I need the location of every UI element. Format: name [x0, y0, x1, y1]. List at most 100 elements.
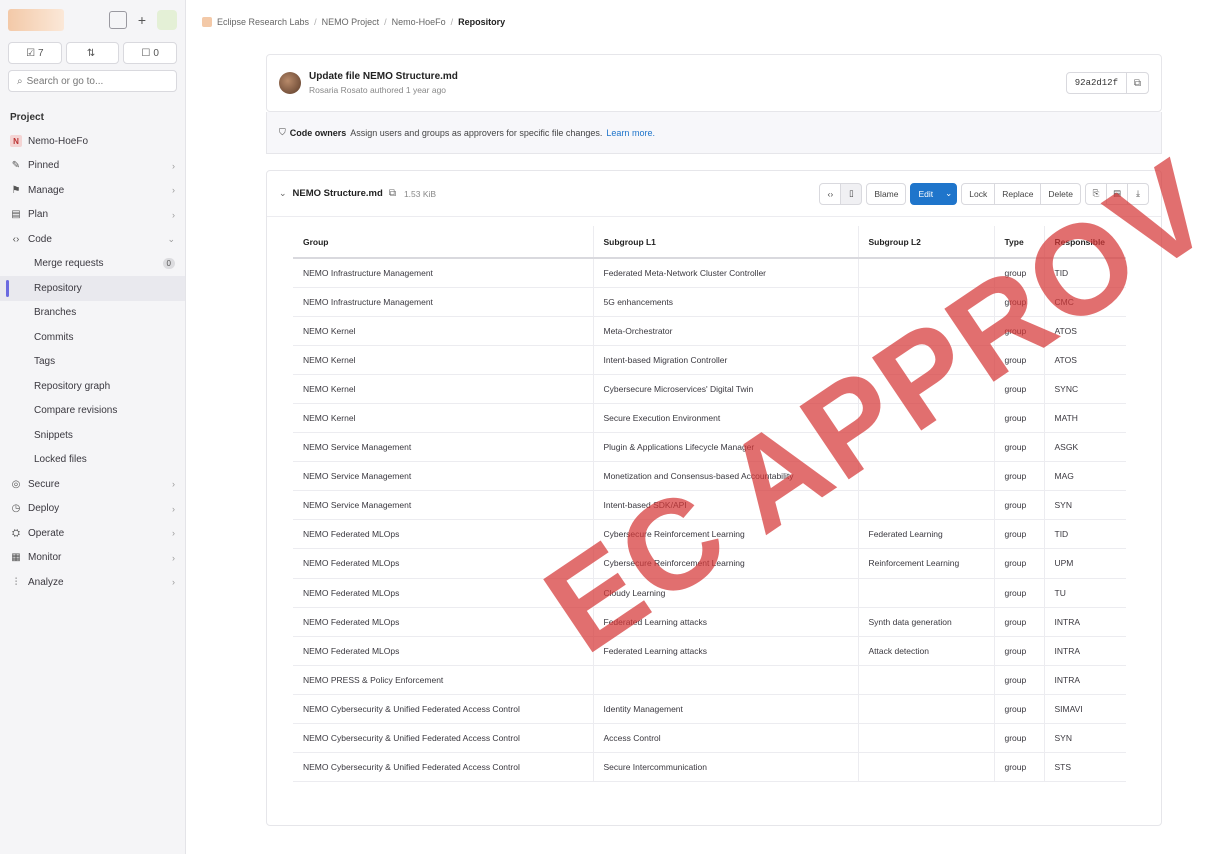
- blame-button[interactable]: Blame: [866, 182, 907, 205]
- sidebar-item-code[interactable]: ‹› Code ⌄: [0, 227, 185, 252]
- org-logo[interactable]: [8, 9, 64, 31]
- table-row: NEMO Service Management Monetization and …: [293, 461, 1126, 492]
- issues-counter[interactable]: ☑ 7: [8, 42, 62, 64]
- sidebar: + ☑ 7 ⇅ ☐ 0 ⌕ Search or go to... Project N…: [0, 0, 186, 854]
- commit-sha: 92a2d12f ⧉: [1065, 72, 1149, 94]
- commit-sha-text[interactable]: 92a2d12f: [1067, 78, 1126, 88]
- column-header: Subgroup L2: [857, 226, 994, 259]
- table-cell: [857, 316, 994, 346]
- sidebar-sub-tags[interactable]: Tags: [0, 350, 185, 375]
- code-view-icon[interactable]: ‹›: [819, 182, 842, 205]
- sidebar-counters: ☑ 7 ⇅ ☐ 0: [0, 42, 185, 64]
- table-cell: NEMO Service Management: [293, 461, 593, 492]
- edit-button[interactable]: Edit: [910, 182, 942, 205]
- rendered-view-icon[interactable]: ▯: [840, 182, 863, 205]
- sidebar-item-plan[interactable]: ▤ Plan ›: [0, 203, 185, 228]
- breadcrumb-item[interactable]: Eclipse Research Labs: [217, 17, 309, 27]
- table-cell: Cybersecure Reinforcement Learning: [592, 548, 858, 579]
- org-avatar-icon: [202, 17, 212, 27]
- table-row: NEMO PRESS & Policy Enforcement group INTR…: [293, 665, 1126, 695]
- table-cell: Reinforcement Learning: [857, 548, 994, 579]
- sidebar-item-monitor[interactable]: ▦ Monitor ›: [0, 546, 185, 571]
- table-cell: MAG: [1043, 461, 1126, 492]
- table-cell: NEMO Service Management: [293, 432, 593, 463]
- sidebar-sub-repository-graph[interactable]: Repository graph: [0, 374, 185, 399]
- table-cell: group: [993, 665, 1044, 695]
- todos-counter[interactable]: ☐ 0: [123, 42, 178, 64]
- table-cell: 5G enhancements: [592, 287, 858, 317]
- table-cell: NEMO Kernel: [293, 316, 593, 346]
- sidebar-item-manage[interactable]: ⚑ Manage ›: [0, 178, 185, 203]
- operate-icon: ⛭: [12, 527, 20, 539]
- table-cell: [857, 403, 994, 434]
- breadcrumb-separator: /: [384, 17, 387, 27]
- table-cell: [857, 345, 994, 375]
- table-cell: [857, 432, 994, 463]
- sidebar-sub-commits[interactable]: Commits: [0, 325, 185, 350]
- chevron-right-icon: ›: [172, 503, 175, 514]
- code-owners-icon: ⛉: [279, 127, 286, 137]
- learn-more-link[interactable]: Learn more.: [606, 128, 655, 138]
- breadcrumb-separator: /: [314, 17, 317, 27]
- table-cell: Federated Learning attacks: [592, 607, 858, 637]
- table-cell: group: [993, 258, 1044, 288]
- user-avatar[interactable]: [157, 10, 177, 30]
- merge-requests-counter[interactable]: ⇅: [65, 42, 120, 64]
- table-cell: [592, 665, 858, 695]
- monitor-icon: ▦: [11, 552, 21, 564]
- table-cell: NEMO Federated MLOps: [293, 519, 593, 550]
- table-cell: NEMO Infrastructure Management: [293, 287, 593, 317]
- sidebar-project-link[interactable]: N Nemo-HoeFo: [0, 129, 185, 154]
- sidebar-sub-compare-revisions[interactable]: Compare revisions: [0, 399, 185, 424]
- chevron-down-icon[interactable]: ⌄: [940, 182, 958, 205]
- table-cell: ATOS: [1043, 316, 1126, 346]
- copy-path-icon[interactable]: ⧉: [389, 188, 396, 199]
- table-cell: [857, 723, 994, 754]
- todo-icon: ☐: [141, 47, 151, 59]
- chevron-right-icon: ›: [172, 528, 175, 539]
- collapse-sidebar-icon[interactable]: [109, 11, 127, 29]
- table-cell: NEMO Service Management: [293, 490, 593, 521]
- delete-button[interactable]: Delete: [1040, 182, 1081, 205]
- sidebar-item-deploy[interactable]: ◷ Deploy ›: [0, 497, 185, 522]
- lock-button[interactable]: Lock: [961, 182, 996, 205]
- table-cell: NEMO Cybersecurity & Unified Federated A…: [293, 723, 593, 754]
- table-cell: [857, 287, 994, 317]
- table-cell: [857, 374, 994, 404]
- search-input[interactable]: ⌕ Search or go to...: [8, 70, 177, 92]
- chevron-down-icon[interactable]: ⌄: [279, 188, 287, 199]
- copy-icon[interactable]: ⧉: [1126, 73, 1148, 93]
- analyze-icon: ⫶: [14, 576, 18, 588]
- download-icon[interactable]: ⤓: [1127, 182, 1149, 205]
- copy-contents-icon[interactable]: ⎘: [1085, 182, 1107, 205]
- sidebar-sub-branches[interactable]: Branches: [0, 301, 185, 326]
- table-cell: NEMO Kernel: [293, 403, 593, 434]
- table-row: NEMO Service Management Intent-based SDK/…: [293, 490, 1126, 521]
- table-cell: INTRA: [1043, 665, 1126, 695]
- raw-file-icon[interactable]: ▤: [1106, 182, 1128, 205]
- sidebar-sub-snippets[interactable]: Snippets: [0, 423, 185, 448]
- sidebar-item-pinned[interactable]: ✎ Pinned ›: [0, 154, 185, 179]
- file-name: NEMO Structure.md: [292, 188, 383, 199]
- plus-icon[interactable]: +: [133, 11, 151, 29]
- commit-title[interactable]: Update file NEMO Structure.md: [309, 71, 458, 82]
- breadcrumb-item[interactable]: Nemo-HoeFo: [392, 17, 446, 27]
- sidebar-sub-repository[interactable]: Repository: [0, 276, 185, 301]
- sidebar-item-analyze[interactable]: ⫶ Analyze ›: [0, 570, 185, 595]
- sidebar-item-secure[interactable]: ◎ Secure ›: [0, 472, 185, 497]
- replace-button[interactable]: Replace: [994, 182, 1042, 205]
- table-cell: group: [993, 723, 1044, 754]
- table-row: NEMO Kernel Secure Execution Environment g…: [293, 403, 1126, 434]
- author-avatar[interactable]: [279, 72, 301, 94]
- table-cell: Access Control: [592, 723, 858, 754]
- breadcrumb-separator: /: [450, 17, 454, 27]
- breadcrumb-item[interactable]: NEMO Project: [322, 17, 380, 27]
- sidebar-sub-locked-files[interactable]: Locked files: [0, 448, 185, 473]
- table-cell: ASGK: [1043, 432, 1126, 463]
- sidebar-item-operate[interactable]: ⛭ Operate ›: [0, 521, 185, 546]
- table-cell: Cybersecure Microservices' Digital Twin: [592, 374, 858, 404]
- code-owners-text: Assign users and groups as approvers for…: [350, 127, 603, 138]
- table-cell: [857, 258, 994, 288]
- sidebar-sub-merge-requests[interactable]: Merge requests 0: [0, 252, 185, 277]
- table-cell: NEMO Cybersecurity & Unified Federated A…: [293, 752, 593, 783]
